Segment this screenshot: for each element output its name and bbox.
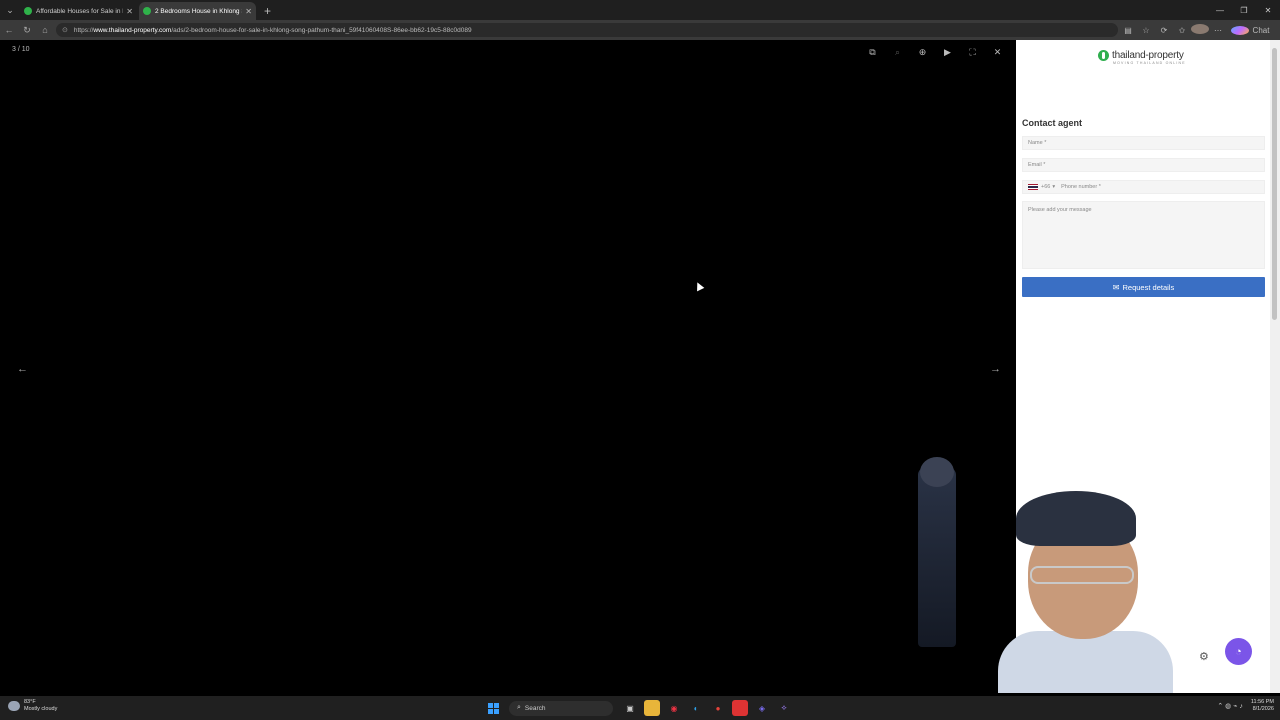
window-controls: — ❐ ✕ — [1208, 0, 1280, 20]
reload-icon[interactable]: ↻ — [18, 20, 36, 40]
phone-placeholder: Phone number * — [1061, 184, 1101, 190]
site-info-icon[interactable]: ⊙ — [62, 26, 68, 34]
new-tab-icon[interactable]: + — [264, 2, 271, 20]
contact-heading: Contact agent — [1022, 118, 1083, 128]
task-view-icon[interactable]: ▣ — [622, 700, 638, 716]
webcam-background-object — [918, 467, 956, 647]
copilot-icon — [1231, 25, 1249, 35]
toolbar-actions: ▤ ☆ ⟳ ✩ ⋯ Chat — [1119, 20, 1274, 40]
tab-title: 2 Bedrooms House in Khlong Son — [155, 7, 242, 15]
system-tray: ⌃ ◍ ⌁ ♪ 11:56 PM 8/1/2026 — [1217, 699, 1274, 713]
zoom-out-icon[interactable]: ⌕ — [885, 45, 910, 59]
windows-start-icon[interactable] — [488, 702, 499, 714]
logo-text: thailand-property — [1112, 50, 1184, 61]
webcam-background-object-top — [920, 457, 954, 487]
settings-gear-icon[interactable]: ⚙ — [1199, 650, 1209, 663]
thumbnails-icon[interactable]: ⧉ — [860, 45, 885, 59]
tab-title: Affordable Houses for Sale in Path — [36, 7, 123, 15]
restore-icon[interactable]: ❐ — [1232, 0, 1256, 20]
favorites-icon[interactable]: ✩ — [1173, 26, 1191, 35]
close-icon[interactable]: ✕ — [985, 45, 1010, 59]
taskbar-search[interactable]: ⌕ Search — [509, 700, 613, 716]
address-bar[interactable]: ⊙ https://www.thailand-property.com/ads/… — [56, 23, 1118, 37]
back-icon[interactable]: ← — [0, 20, 18, 40]
browser-toolbar: ← ↻ ⌂ ⊙ https://www.thailand-property.co… — [0, 20, 1280, 40]
tab-strip: ⌄ Affordable Houses for Sale in Path ✕ 2… — [0, 0, 1280, 20]
tab-search-chevron-icon[interactable]: ⌄ — [0, 0, 20, 20]
mouse-cursor — [693, 280, 705, 292]
search-icon: ⌕ — [517, 704, 521, 711]
favorite-star-icon[interactable]: ☆ — [1137, 26, 1155, 35]
next-photo-arrow-icon[interactable]: → — [990, 363, 1001, 375]
lightbox-toolbar: ⧉ ⌕ ⊕ ▶ ⛶ ✕ — [860, 45, 1010, 59]
email-input[interactable]: Email * — [1022, 158, 1265, 172]
window-close-icon[interactable]: ✕ — [1256, 0, 1280, 20]
request-details-label: Request details — [1122, 282, 1175, 292]
refresh-extension-icon[interactable]: ⟳ — [1155, 26, 1173, 35]
photo-lightbox: 3 / 10 ⧉ ⌕ ⊕ ▶ ⛶ ✕ ← → — [0, 40, 1016, 693]
more-menu-icon[interactable]: ⋯ — [1209, 26, 1227, 35]
weather-widget[interactable]: 83°F Mostly cloudy — [8, 699, 57, 713]
chat-label: Chat — [1252, 25, 1270, 35]
weather-text: 83°F Mostly cloudy — [24, 699, 58, 712]
zoom-in-icon[interactable]: ⊕ — [910, 45, 935, 59]
browser-tab-2-bedrooms-house[interactable]: 2 Bedrooms House in Khlong Son ✕ — [139, 2, 256, 20]
message-placeholder: Please add your message — [1028, 207, 1092, 213]
webcam-overlay — [916, 455, 1218, 693]
fullscreen-icon[interactable]: ⛶ — [960, 45, 985, 59]
country-code: +66 — [1041, 184, 1051, 190]
app-icon-2[interactable]: ⟡ — [776, 700, 792, 716]
envelope-icon: ✉ — [1112, 282, 1120, 292]
tray-icons[interactable]: ⌃ ◍ ⌁ ♪ — [1217, 702, 1243, 710]
recording-app-icon[interactable] — [732, 700, 748, 716]
url-text: https://www.thailand-property.com/ads/2-… — [73, 26, 472, 34]
play-icon[interactable]: ▶ — [935, 45, 960, 59]
page-scrollbar[interactable] — [1270, 40, 1280, 693]
photo-counter: 3 / 10 — [12, 46, 30, 53]
clock[interactable]: 11:56 PM 8/1/2026 — [1251, 699, 1274, 713]
scrollbar-thumb[interactable] — [1272, 48, 1277, 320]
logo-tagline: MOVING THAILAND ONLINE — [1113, 61, 1186, 65]
chrome-icon[interactable]: ● — [710, 700, 726, 716]
taskbar-apps: ⌕ Search ▣ ◉ ◐ ● ◈ ⟡ — [488, 699, 795, 717]
assistant-icon: ◔ — [1235, 645, 1242, 658]
country-code-select[interactable]: +66 ▾ — [1028, 184, 1055, 190]
discord-icon[interactable]: ◈ — [754, 700, 770, 716]
webcam-person — [998, 491, 1173, 693]
site-favicon-icon — [24, 7, 32, 15]
assistant-fab-button[interactable]: ◔ — [1225, 638, 1252, 665]
copilot-chat-button[interactable]: Chat — [1227, 25, 1274, 35]
logo-mark-icon — [1098, 50, 1109, 61]
thailand-flag-icon — [1028, 184, 1038, 190]
app-icon[interactable]: ◉ — [666, 700, 682, 716]
browser-tab-affordable-houses[interactable]: Affordable Houses for Sale in Path ✕ — [20, 2, 137, 20]
chevron-down-icon: ▾ — [1052, 184, 1056, 190]
name-placeholder: Name * — [1028, 140, 1047, 146]
site-favicon-icon — [143, 7, 151, 15]
file-explorer-icon[interactable] — [644, 700, 660, 716]
profile-avatar-icon[interactable] — [1191, 24, 1209, 36]
os-taskbar: 83°F Mostly cloudy ⌕ Search ▣ ◉ ◐ ● ◈ ⟡ ⌃… — [0, 696, 1280, 720]
email-placeholder: Email * — [1028, 162, 1046, 168]
reader-view-icon[interactable]: ▤ — [1119, 26, 1137, 35]
webcam-glasses — [1030, 566, 1134, 584]
search-label: Search — [524, 704, 546, 712]
name-input[interactable]: Name * — [1022, 136, 1265, 150]
request-details-button[interactable]: ✉ Request details — [1022, 277, 1265, 297]
site-logo[interactable]: thailand-property — [1098, 50, 1184, 61]
webcam-cap — [1016, 491, 1136, 546]
phone-input[interactable]: +66 ▾ Phone number * — [1022, 180, 1265, 194]
message-textarea[interactable]: Please add your message — [1022, 201, 1265, 269]
previous-photo-arrow-icon[interactable]: ← — [17, 363, 28, 375]
cloud-icon — [8, 701, 20, 711]
edge-browser-icon[interactable]: ◐ — [688, 700, 704, 716]
webcam-shirt — [998, 631, 1173, 693]
minimize-icon[interactable]: — — [1208, 0, 1232, 20]
home-icon[interactable]: ⌂ — [36, 20, 54, 40]
tab-close-icon[interactable]: ✕ — [245, 7, 252, 16]
tab-close-icon[interactable]: ✕ — [126, 7, 133, 16]
